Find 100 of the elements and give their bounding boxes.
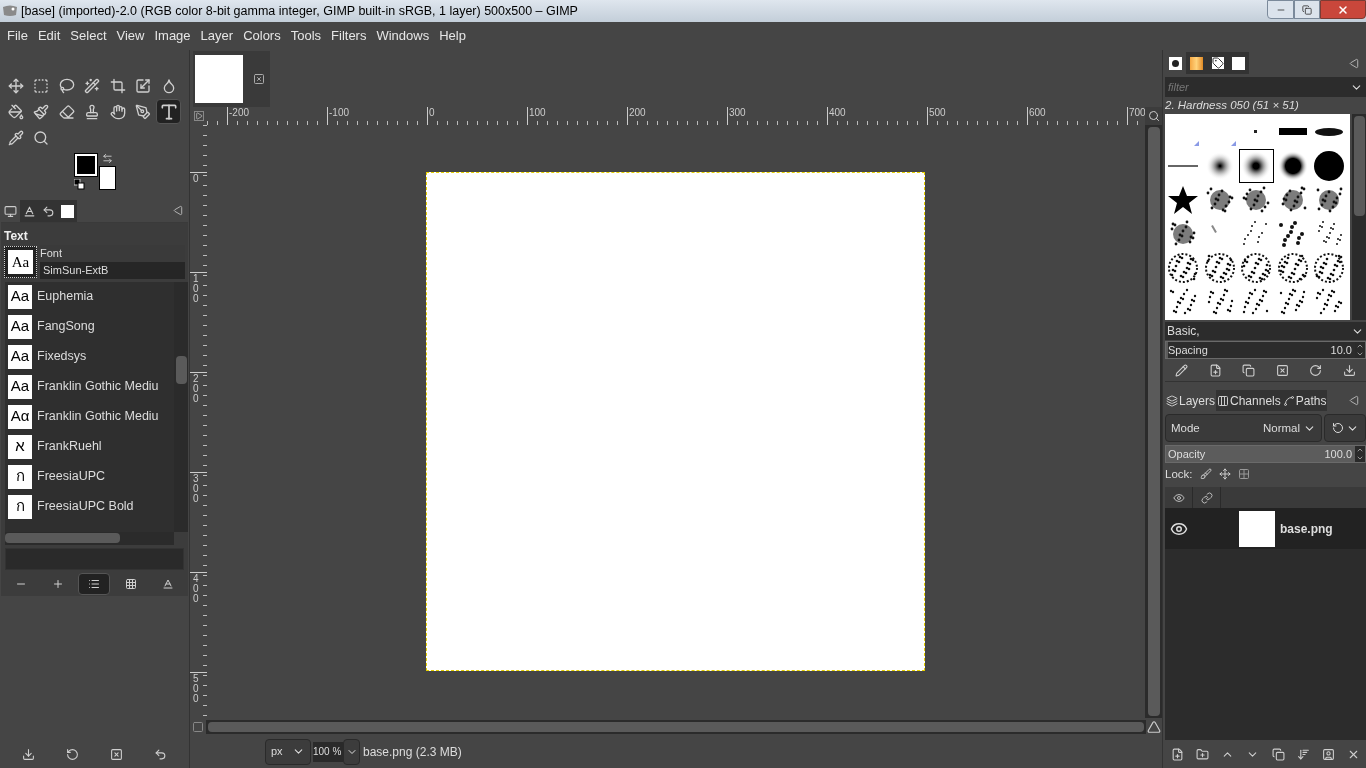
- dock-menu-icon[interactable]: [1349, 395, 1360, 407]
- font-list-item[interactable]: Aa Euphemia: [5, 281, 174, 312]
- menu-item[interactable]: Filters: [326, 26, 372, 46]
- maximize-icon: [1302, 4, 1312, 15]
- device-status-tab[interactable]: [20, 200, 39, 222]
- close-icon[interactable]: [253, 73, 265, 85]
- vertical-scrollbar[interactable]: [1352, 114, 1366, 321]
- navigate-icon[interactable]: [1147, 719, 1161, 734]
- eyedropper-icon: [7, 129, 24, 146]
- menu-arrow-icon[interactable]: [193, 111, 204, 121]
- app-icon: [2, 4, 18, 18]
- font-sample: ก: [8, 494, 32, 519]
- minimize-button[interactable]: [1267, 0, 1294, 19]
- duplicate-brush-icon: [1242, 363, 1256, 377]
- brush-thumbnail[interactable]: [1202, 251, 1238, 286]
- mode-dropdown[interactable]: Mode Normal: [1165, 414, 1322, 443]
- menu-item[interactable]: Edit: [32, 26, 66, 46]
- font-sample: ก: [8, 464, 32, 489]
- image-tab[interactable]: [193, 51, 270, 107]
- filter-field[interactable]: filter: [1165, 77, 1366, 97]
- default-colors-icon[interactable]: [74, 179, 85, 190]
- lock-position-icon[interactable]: [1218, 468, 1231, 481]
- ruler-label: 0: [193, 174, 199, 184]
- list-view-button[interactable]: [78, 573, 111, 595]
- font-sample: Aa: [8, 374, 32, 399]
- dock-tab[interactable]: Channels: [1216, 390, 1282, 412]
- font-list-item[interactable]: Aa Franklin Gothic Mediu: [5, 371, 174, 402]
- menu-item[interactable]: View: [111, 26, 150, 46]
- document-tab[interactable]: [1228, 52, 1249, 74]
- ruler-label: 600: [1029, 107, 1046, 118]
- dock-menu-icon[interactable]: [173, 205, 184, 216]
- lock-label: Lock:: [1165, 466, 1193, 482]
- delete-brush-icon: [1275, 363, 1289, 377]
- font-list-item[interactable]: Aa Fixedsys: [5, 341, 174, 372]
- font-sample: Aa: [8, 344, 32, 369]
- edit-brush-button[interactable]: [1172, 361, 1191, 380]
- menu-item[interactable]: File: [2, 26, 33, 46]
- zoom-icon[interactable]: [1147, 110, 1160, 122]
- vertical-scrollbar[interactable]: [1145, 125, 1162, 718]
- brush-thumbnail[interactable]: [1275, 251, 1311, 286]
- brush-thumbnail[interactable]: [1239, 149, 1275, 184]
- menu-item[interactable]: Select: [65, 26, 112, 46]
- vertical-scrollbar[interactable]: [174, 281, 188, 532]
- ruler-label: 700: [1129, 107, 1145, 118]
- ruler-label: 500: [929, 107, 946, 118]
- visibility-header-icon: [1172, 491, 1185, 504]
- status-text: base.png (2.3 MB): [363, 743, 462, 761]
- menu-item[interactable]: Layer: [195, 26, 239, 46]
- close-button[interactable]: [1320, 0, 1366, 19]
- images-tab[interactable]: [58, 200, 77, 222]
- dock-tab[interactable]: Paths: [1281, 390, 1328, 412]
- menu-item[interactable]: Windows: [371, 26, 435, 46]
- layer-row[interactable]: base.png: [1165, 509, 1366, 550]
- foreground-color-swatch[interactable]: [75, 154, 97, 176]
- menu-item[interactable]: Colors: [238, 26, 286, 46]
- slider-field[interactable]: Opacity 100.0: [1165, 445, 1366, 464]
- undo-history-tab[interactable]: [39, 200, 58, 222]
- pattern-icon: [1190, 56, 1203, 70]
- duplicate-brush-button[interactable]: [1239, 361, 1258, 380]
- ruler-label: 400: [829, 107, 846, 118]
- font-list-item[interactable]: Aa FangSong: [5, 311, 174, 342]
- font-field[interactable]: SimSun-ExtB: [40, 261, 185, 279]
- font-sample: Aa: [8, 314, 32, 339]
- unit-dropdown[interactable]: px: [265, 738, 311, 765]
- lock-pixels-icon[interactable]: [1199, 468, 1212, 481]
- dock-menu-icon[interactable]: [1349, 58, 1360, 69]
- menu-item[interactable]: Tools: [285, 26, 327, 46]
- maximize-button[interactable]: [1294, 0, 1320, 19]
- lasso-icon: [58, 77, 75, 94]
- font-sample: א: [8, 434, 32, 459]
- slider-field[interactable]: Spacing 10.0: [1165, 341, 1366, 360]
- document-icon: [1232, 56, 1245, 70]
- ruler-label: -100: [329, 107, 349, 118]
- font-sample: Aa: [8, 284, 32, 309]
- font-sample: Aα: [8, 404, 32, 429]
- duplicate-layer-icon: [1271, 747, 1285, 761]
- quick-mask-icon[interactable]: [192, 720, 204, 733]
- lock-alpha-icon[interactable]: [1237, 468, 1250, 481]
- filter-input[interactable]: filter: [1168, 78, 1318, 96]
- menu-item[interactable]: Image: [149, 26, 196, 46]
- channels-icon: [1217, 394, 1230, 407]
- menu-item[interactable]: Help: [434, 26, 471, 46]
- zoom-dropdown[interactable]: [343, 738, 360, 765]
- background-color-swatch[interactable]: [99, 166, 116, 190]
- text-tool-tool-button[interactable]: [156, 99, 182, 124]
- image-thumbnail: [195, 55, 243, 103]
- font-list-item[interactable]: ก FreesiaUPC Bold: [5, 491, 174, 522]
- zoom-field[interactable]: 100 %: [313, 741, 343, 762]
- tool-options-icon: [4, 204, 17, 218]
- font-list-item[interactable]: ก FreesiaUPC: [5, 461, 174, 492]
- duplicate-layer-button[interactable]: [1269, 745, 1288, 763]
- font-list-item[interactable]: Aα Franklin Gothic Mediu: [5, 401, 174, 432]
- horizontal-scrollbar[interactable]: [206, 719, 1146, 734]
- pattern-tab[interactable]: [1186, 52, 1207, 74]
- swap-colors-icon[interactable]: [102, 153, 113, 164]
- brush-thumbnail[interactable]: [1166, 251, 1201, 286]
- new-brush-icon: [1208, 363, 1222, 377]
- tag-dropdown[interactable]: Basic,: [1165, 322, 1366, 341]
- mode-options-dropdown[interactable]: [1324, 414, 1366, 443]
- font-preview-button[interactable]: Aa: [4, 245, 37, 278]
